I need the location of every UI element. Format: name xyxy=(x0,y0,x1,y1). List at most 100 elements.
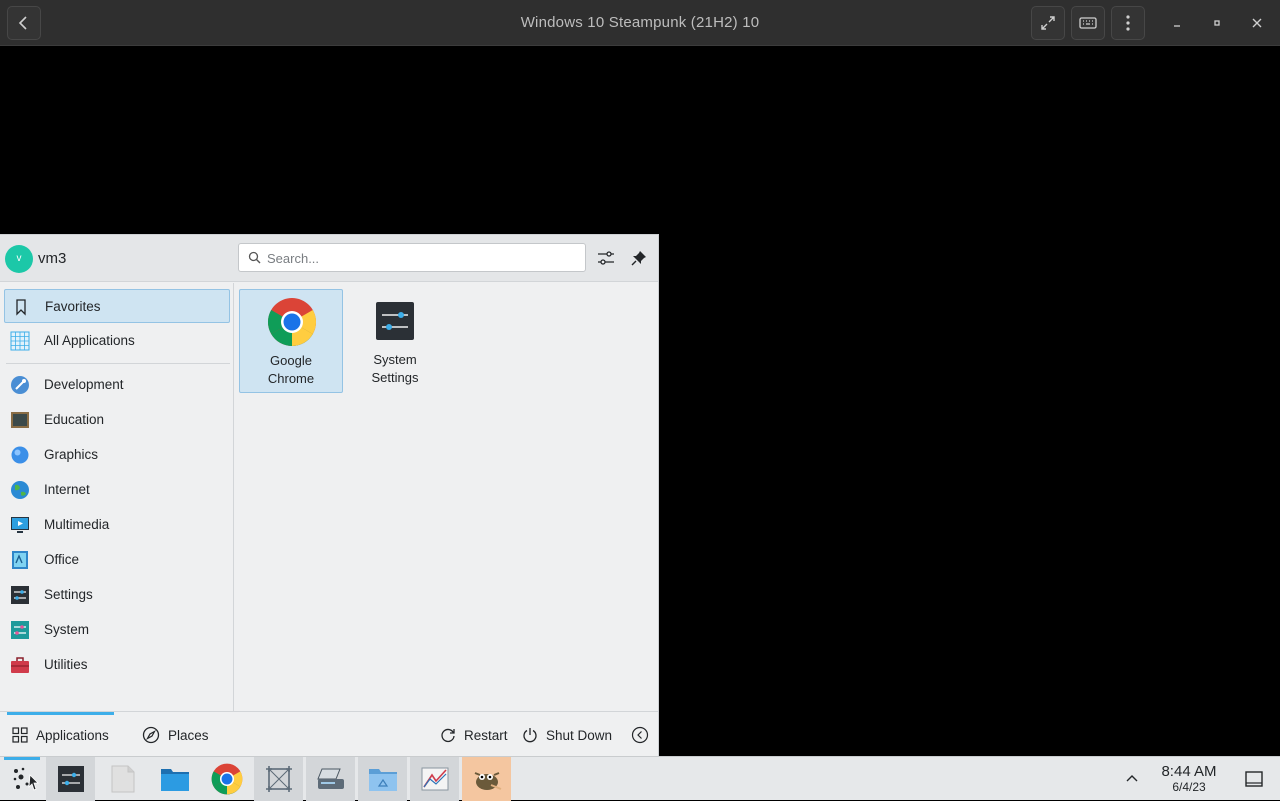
menu-button[interactable] xyxy=(1111,6,1145,40)
chrome-icon xyxy=(267,298,317,347)
sidebar-item-label: Favorites xyxy=(45,299,101,314)
taskbar-blank-file[interactable] xyxy=(98,757,147,801)
sidebar-item-settings[interactable]: Settings xyxy=(4,578,230,612)
digital-clock[interactable]: 8:44 AM 6/4/23 xyxy=(1156,763,1222,795)
office-icon xyxy=(12,551,28,569)
minimize-icon xyxy=(1174,25,1180,27)
expand-icon xyxy=(1041,16,1055,30)
sidebar-item-label: Office xyxy=(44,552,80,567)
chevron-left-circle-icon xyxy=(631,726,649,744)
taskbar-screenshot[interactable] xyxy=(254,757,303,801)
tab-places[interactable]: Places xyxy=(142,712,209,758)
keyboard-button[interactable] xyxy=(1071,6,1105,40)
taskbar-gimp[interactable] xyxy=(462,757,511,801)
sidebar-item-favorites[interactable]: Favorites xyxy=(4,289,230,323)
kebab-menu-icon xyxy=(1126,15,1130,31)
sidebar-item-education[interactable]: Education xyxy=(4,403,230,437)
shutdown-button[interactable]: Shut Down xyxy=(522,712,612,758)
search-icon xyxy=(248,251,261,264)
gimp-icon xyxy=(474,772,501,790)
sidebar-item-all-applications[interactable]: All Applications xyxy=(4,324,230,358)
sidebar-item-label: Utilities xyxy=(44,657,88,672)
multimedia-icon xyxy=(11,517,29,533)
app-system-settings[interactable]: System Settings xyxy=(343,289,447,393)
system-settings-icon xyxy=(57,766,84,792)
clock-date: 6/4/23 xyxy=(1172,780,1206,794)
sidebar-item-graphics[interactable]: Graphics xyxy=(4,438,230,472)
system-settings-icon xyxy=(376,302,414,340)
system-icon xyxy=(11,621,29,639)
sidebar-item-utilities[interactable]: Utilities xyxy=(4,648,230,682)
maximize-icon xyxy=(1214,20,1220,26)
grid-icon xyxy=(10,331,30,351)
pin-button[interactable] xyxy=(627,246,651,270)
taskbar-scanner[interactable] xyxy=(306,757,355,801)
sidebar-item-system[interactable]: System xyxy=(4,613,230,647)
close-icon xyxy=(1252,18,1262,28)
sidebar-item-internet[interactable]: Internet xyxy=(4,473,230,507)
screenshot-icon xyxy=(265,766,292,792)
internet-icon xyxy=(11,481,29,499)
sidebar-item-development[interactable]: Development xyxy=(4,368,230,402)
restart-button[interactable]: Restart xyxy=(440,712,508,758)
app-label: Google Chrome xyxy=(267,353,315,386)
active-indicator xyxy=(4,757,40,760)
sidebar-item-label: System xyxy=(44,622,90,637)
taskbar-system-settings[interactable] xyxy=(46,757,95,801)
taskbar-chrome[interactable] xyxy=(202,757,251,801)
show-desktop-button[interactable] xyxy=(1244,769,1264,794)
user-name: vm3 xyxy=(38,250,67,267)
development-icon xyxy=(11,376,29,394)
show-desktop-icon xyxy=(1245,771,1263,787)
taskbar-chart-app[interactable] xyxy=(410,757,459,801)
power-icon xyxy=(523,728,537,743)
taskbar xyxy=(0,756,1280,801)
chevron-up-icon xyxy=(1126,775,1138,782)
pin-icon xyxy=(631,251,646,266)
app-google-chrome[interactable]: Google Chrome xyxy=(239,289,343,393)
clock-time: 8:44 AM xyxy=(1161,763,1217,780)
folder-icon xyxy=(160,769,189,791)
sidebar-item-label: Development xyxy=(44,377,124,392)
education-icon xyxy=(11,412,29,428)
restart-icon xyxy=(441,728,455,743)
launcher-header: v vm3 xyxy=(0,235,658,282)
graphics-icon xyxy=(11,446,29,464)
sidebar-item-label: Multimedia xyxy=(44,517,110,532)
avatar[interactable]: v xyxy=(5,245,33,273)
search-box[interactable] xyxy=(238,243,586,272)
launcher-button[interactable] xyxy=(0,757,49,801)
sidebar-item-multimedia[interactable]: Multimedia xyxy=(4,508,230,542)
tab-applications[interactable]: Applications xyxy=(12,712,109,758)
close-button[interactable] xyxy=(1246,12,1268,34)
search-input[interactable] xyxy=(267,248,567,268)
sidebar-item-office[interactable]: Office xyxy=(4,543,230,577)
network-folder-icon xyxy=(368,769,397,791)
launcher-icon xyxy=(13,767,39,791)
category-sidebar: Favorites All Applications Development E… xyxy=(0,283,234,711)
scanner-icon xyxy=(316,768,344,789)
leave-menu-button[interactable] xyxy=(631,712,649,758)
chrome-icon xyxy=(211,763,242,795)
system-tray-expander[interactable] xyxy=(1124,770,1140,791)
favorites-grid: Google Chrome System Settings xyxy=(236,283,658,711)
app-label: System Settings xyxy=(371,352,419,385)
taskbar-file-manager[interactable] xyxy=(150,757,199,801)
fullscreen-button[interactable] xyxy=(1031,6,1065,40)
compass-icon xyxy=(142,726,160,744)
maximize-button[interactable] xyxy=(1206,12,1228,34)
application-launcher: v vm3 Favorites All Applications Develop… xyxy=(0,234,659,758)
configure-button[interactable] xyxy=(594,246,618,270)
sidebar-item-label: Graphics xyxy=(44,447,99,462)
sidebar-item-label: All Applications xyxy=(44,333,135,348)
bookmark-icon xyxy=(16,299,26,316)
taskbar-network-folder[interactable] xyxy=(358,757,407,801)
settings-icon xyxy=(11,586,29,604)
minimize-button[interactable] xyxy=(1166,12,1188,34)
sidebar-divider xyxy=(6,363,230,364)
utilities-icon xyxy=(11,657,29,673)
grid-icon xyxy=(12,727,28,743)
sidebar-item-label: Internet xyxy=(44,482,90,497)
keyboard-icon xyxy=(1079,17,1097,29)
sliders-icon xyxy=(598,251,614,265)
